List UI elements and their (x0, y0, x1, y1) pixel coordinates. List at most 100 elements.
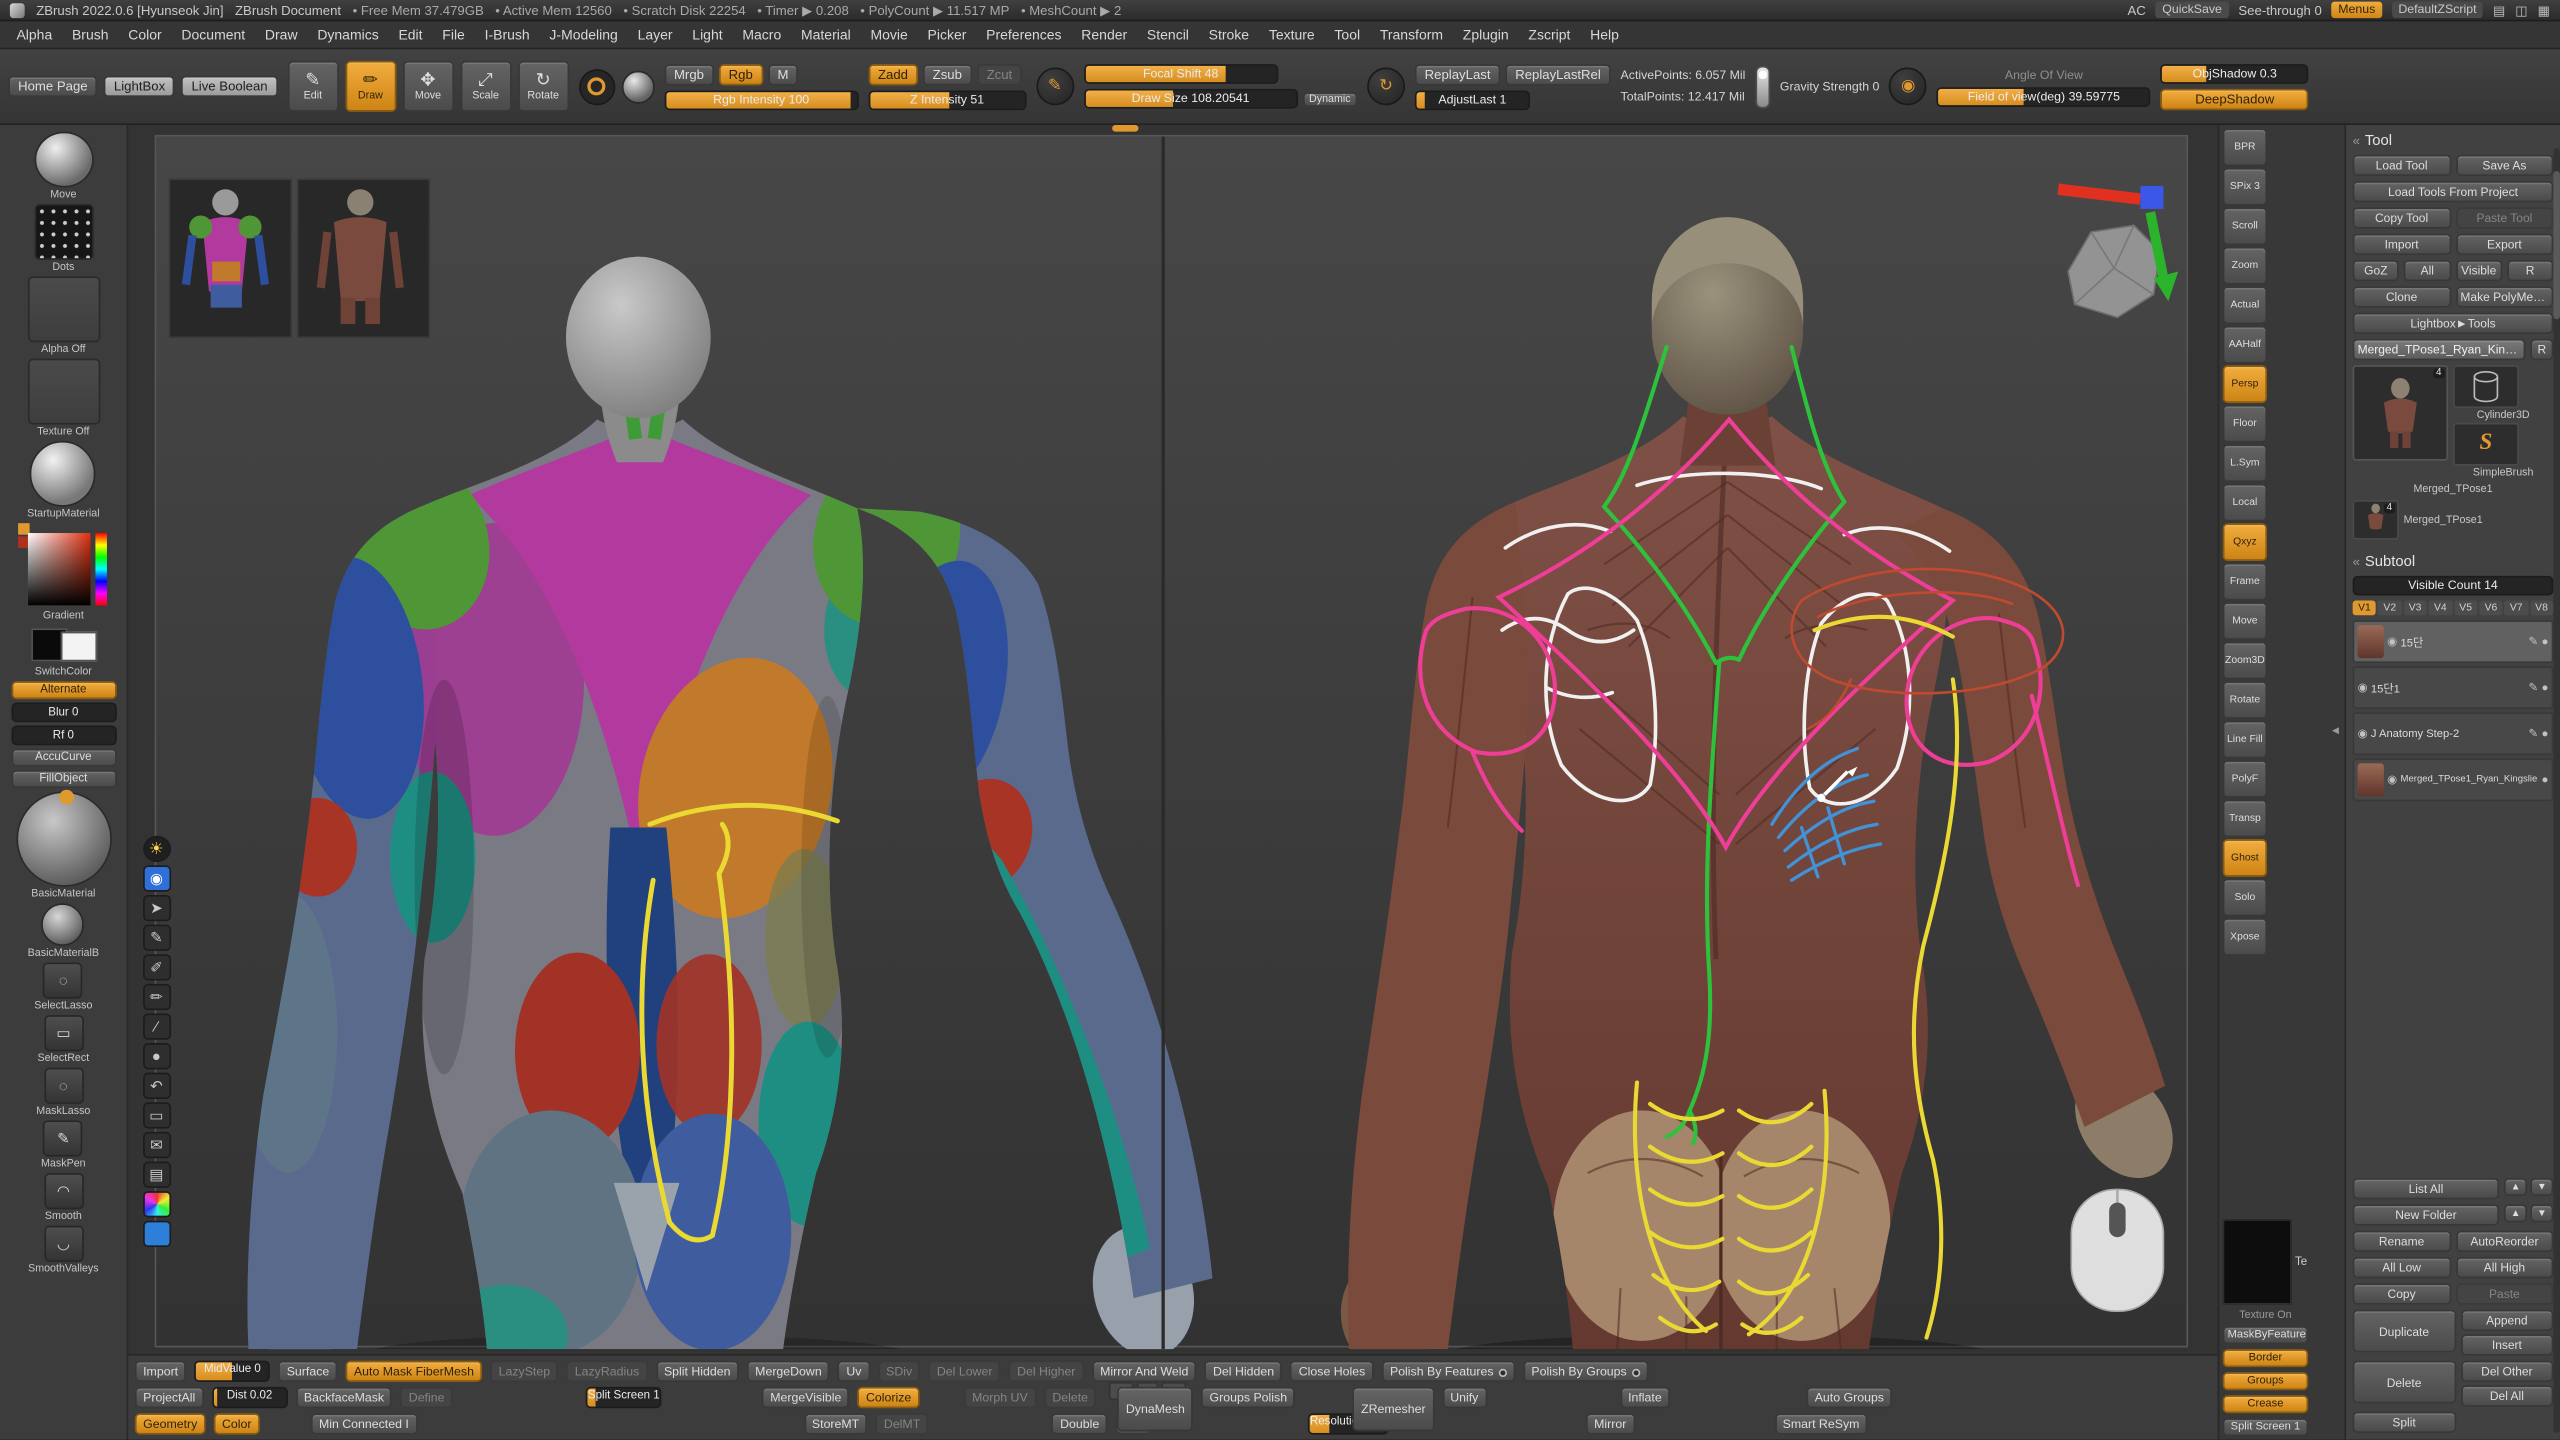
bb-delete[interactable]: Delete (1044, 1387, 1096, 1408)
del-other-button[interactable]: Del Other (2460, 1361, 2553, 1382)
menu-zplugin[interactable]: Zplugin (1453, 25, 1519, 45)
tool-r[interactable]: R (2507, 260, 2553, 281)
paste-subtool-button[interactable]: Paste (2455, 1283, 2553, 1304)
select-lasso-brush[interactable]: ◌SelectLasso (34, 962, 92, 1011)
anno-pencil[interactable]: ✏ (142, 984, 170, 1010)
tool-thumbnail-cylinder[interactable] (2453, 365, 2519, 408)
autoreorder-button[interactable]: AutoReorder (2455, 1231, 2553, 1252)
bb-mirror-and-weld[interactable]: Mirror And Weld (1092, 1361, 1197, 1382)
mode-rotate[interactable]: ↻Rotate (518, 61, 569, 112)
bb-dist-0-02[interactable]: Dist 0.02 (212, 1387, 288, 1408)
tool-import[interactable]: Import (2353, 234, 2451, 255)
folder-down-icon[interactable]: ▼ (2530, 1204, 2553, 1222)
tool-thumbnail-merged[interactable]: 4 (2353, 500, 2399, 539)
bb-uv[interactable]: Uv (838, 1361, 870, 1382)
viewport-divider[interactable] (1162, 137, 1165, 1350)
toggle-dot-icon[interactable]: ● (2541, 774, 2548, 786)
palette-collapse-icon[interactable]: « (2353, 132, 2360, 147)
tool-visible[interactable]: Visible (2455, 260, 2501, 281)
color-swatches[interactable] (27, 625, 99, 664)
vtab-v8[interactable]: V8 (2530, 600, 2554, 615)
vtab-v5[interactable]: V5 (2454, 600, 2478, 615)
vtab-v7[interactable]: V7 (2504, 600, 2528, 615)
list-all-button[interactable]: List All (2353, 1178, 2500, 1199)
select-rect-brush[interactable]: ▭SelectRect (37, 1015, 89, 1064)
tool-load-tools-from-project[interactable]: Load Tools From Project (2353, 181, 2554, 202)
bb-split-screen-1[interactable]: Split Screen 1 (586, 1387, 662, 1408)
polypaint-toggle-icon[interactable]: ✎ (2528, 681, 2538, 694)
mode-draw[interactable]: ✏Draw (345, 61, 396, 112)
basic-material-b[interactable]: BasicMaterialB (28, 903, 99, 959)
menu-transform[interactable]: Transform (1370, 25, 1453, 45)
strip-persp[interactable]: Persp (2223, 365, 2267, 403)
tray-collapse-icon[interactable]: ◄ (2330, 726, 2341, 738)
menu-material[interactable]: Material (791, 25, 860, 45)
menu-edit[interactable]: Edit (389, 25, 433, 45)
bb-mirror[interactable]: Mirror (1586, 1413, 1635, 1434)
anno-color-palette[interactable] (142, 1191, 170, 1217)
deep-shadow-button[interactable]: DeepShadow (2161, 88, 2309, 109)
bb-mergedown[interactable]: MergeDown (747, 1361, 830, 1382)
sculpt-zcut[interactable]: Zcut (977, 63, 1022, 84)
paint-rgb[interactable]: Rgb (719, 63, 763, 84)
menu-stroke[interactable]: Stroke (1199, 25, 1259, 45)
angle-of-view-icon[interactable]: ◉ (1889, 67, 1927, 105)
tool-load-tool[interactable]: Load Tool (2353, 155, 2451, 176)
anno-pen[interactable]: ✎ (142, 925, 170, 951)
anno-dot-brush[interactable]: ● (142, 1043, 170, 1069)
menu-texture[interactable]: Texture (1259, 25, 1325, 45)
strip-zoom3d[interactable]: Zoom3D (2223, 642, 2267, 680)
all-low-button[interactable]: All Low (2353, 1257, 2451, 1278)
mask-pen-brush[interactable]: ✎MaskPen (41, 1120, 86, 1169)
current-tool-button[interactable]: Merged_TPose1_Ryan_Kingsli (2353, 339, 2526, 360)
strip-aahalf[interactable]: AAHalf (2223, 326, 2267, 364)
replay-icon[interactable]: ↻ (1367, 67, 1405, 105)
menu-picker[interactable]: Picker (918, 25, 977, 45)
visibility-eye-icon[interactable]: ◉ (2387, 635, 2397, 648)
texture-preview[interactable] (2223, 1219, 2292, 1305)
bb-close-holes[interactable]: Close Holes (1291, 1361, 1374, 1382)
menu-alpha[interactable]: Alpha (7, 25, 63, 45)
strip-floor[interactable]: Floor (2223, 405, 2267, 443)
menu-preferences[interactable]: Preferences (976, 25, 1071, 45)
menu-brush[interactable]: Brush (62, 25, 118, 45)
smooth-brush[interactable]: ◠Smooth (44, 1173, 83, 1222)
bb-delmt[interactable]: DelMT (876, 1413, 929, 1434)
current-texture[interactable]: Texture Off (27, 359, 99, 438)
menus-button[interactable]: Menus (2332, 2, 2382, 18)
tool-copy-tool[interactable]: Copy Tool (2353, 207, 2451, 228)
anno-comment[interactable]: ✉ (142, 1132, 170, 1158)
bb-surface[interactable]: Surface (278, 1361, 337, 1382)
bb-double[interactable]: Double (1052, 1413, 1108, 1434)
focal-shift-slider[interactable]: Focal Shift 48 (1084, 64, 1278, 84)
saturation-square[interactable] (27, 533, 90, 605)
current-material[interactable]: StartupMaterial (27, 441, 100, 520)
menu-macro[interactable]: Macro (732, 25, 791, 45)
bb-del-hidden[interactable]: Del Hidden (1205, 1361, 1283, 1382)
menu-document[interactable]: Document (172, 25, 255, 45)
strip-frame[interactable]: Frame (2223, 563, 2267, 601)
paint-m[interactable]: M (768, 63, 799, 84)
seethrough-slider[interactable]: See-through 0 (2238, 2, 2321, 17)
bb-groups-polish[interactable]: Groups Polish (1201, 1387, 1295, 1408)
mode-move[interactable]: ✥Move (403, 61, 454, 112)
new-folder-button[interactable]: New Folder (2353, 1204, 2500, 1225)
bb-projectall[interactable]: ProjectAll (135, 1387, 204, 1408)
bb-polish-by-features[interactable]: Polish By Features (1382, 1361, 1515, 1382)
sculpt-zsub[interactable]: Zsub (923, 63, 972, 84)
subtool-up-icon[interactable]: ▲ (2504, 1178, 2527, 1196)
bb-zremesher[interactable]: ZRemesher (1353, 1387, 1434, 1431)
anno-clipboard[interactable]: ▤ (142, 1162, 170, 1188)
insert-button[interactable]: Insert (2460, 1334, 2553, 1355)
anno-blue-swatch[interactable] (142, 1221, 170, 1247)
material-sphere-icon[interactable] (621, 70, 654, 103)
bb-import[interactable]: Import (135, 1361, 186, 1382)
alternate-button[interactable]: Alternate (11, 681, 116, 699)
mask-lasso-brush[interactable]: ◌MaskLasso (36, 1068, 90, 1117)
tool-paste-tool[interactable]: Paste Tool (2455, 207, 2553, 228)
obj-shadow-slider[interactable]: ObjShadow 0.3 (2161, 63, 2309, 83)
rgb-intensity-slider[interactable]: Rgb Intensity 100 (664, 90, 858, 110)
default-zscript-button[interactable]: DefaultZScript (2392, 2, 2483, 18)
subtool-collapse-icon[interactable]: « (2353, 554, 2360, 569)
subtool-item-3[interactable]: ◉ J Anatomy Step-2 ✎ ● (2353, 712, 2554, 755)
